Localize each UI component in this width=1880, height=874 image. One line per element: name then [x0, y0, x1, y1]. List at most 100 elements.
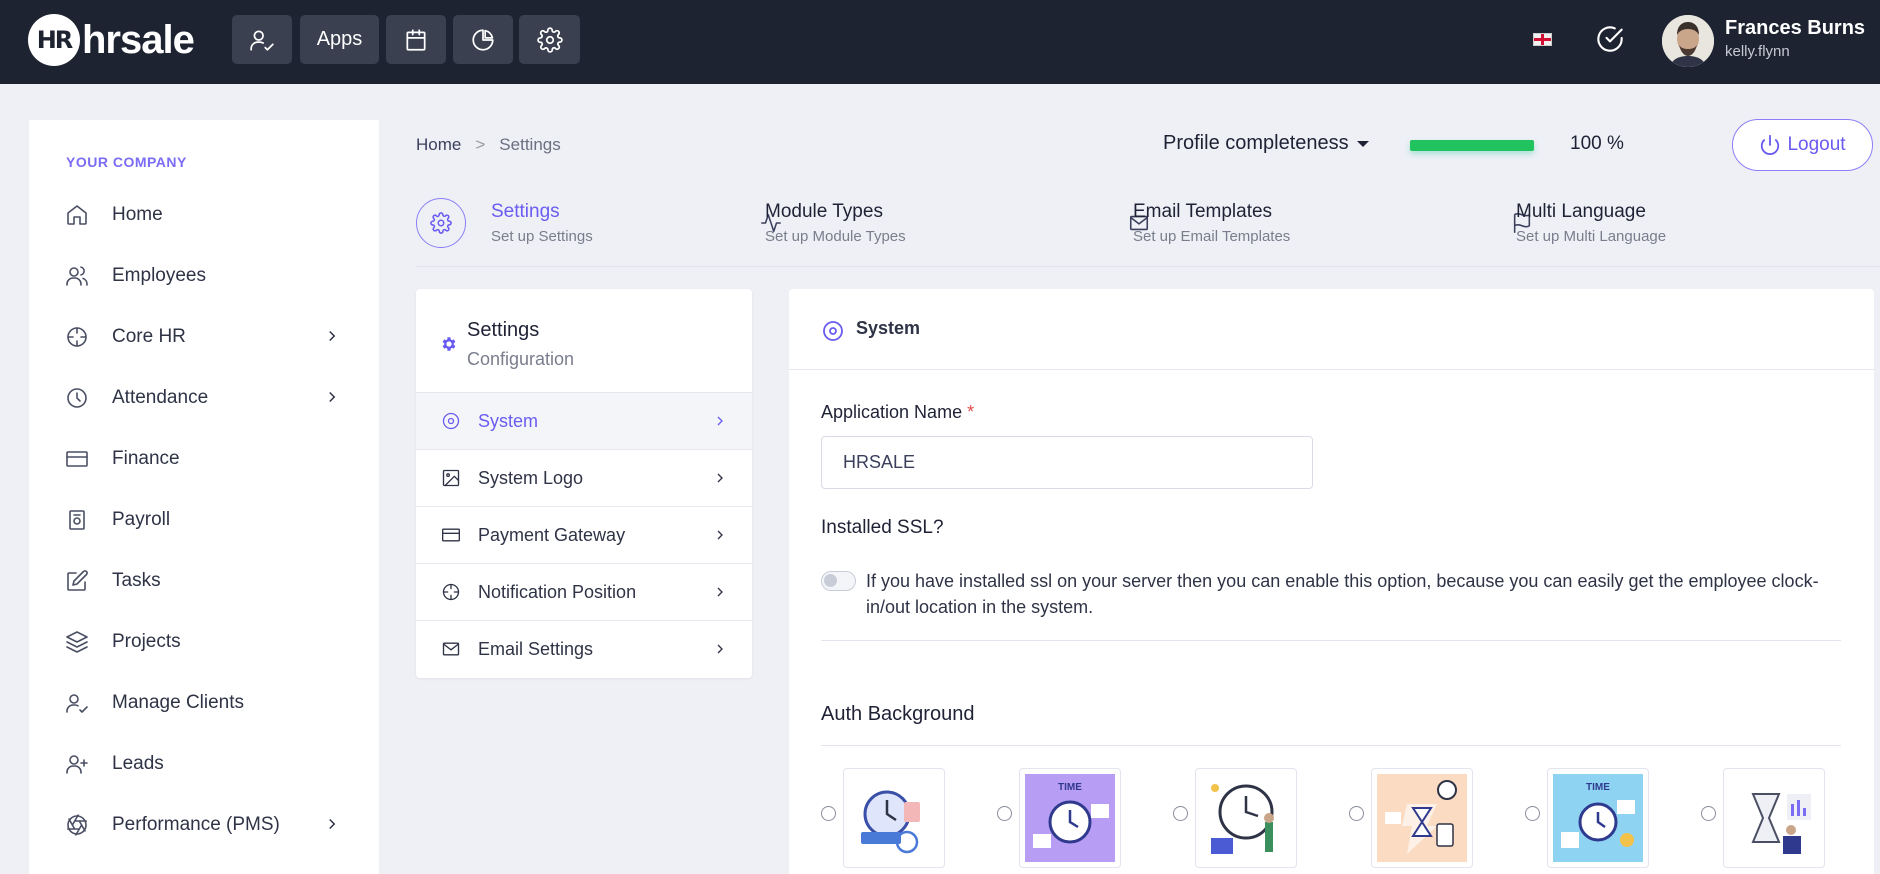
apps-button[interactable]: Apps — [300, 15, 379, 64]
reports-button[interactable] — [453, 15, 513, 64]
tab-title: Settings — [491, 201, 560, 222]
tab-title: Email Templates — [1133, 201, 1273, 222]
tab-subtitle: Set up Email Templates — [1133, 228, 1291, 245]
payroll-icon — [65, 508, 89, 532]
gear-icon — [536, 26, 563, 53]
logout-button[interactable]: Logout — [1732, 119, 1873, 171]
sidebar-item-manage-clients[interactable]: Manage Clients — [29, 678, 379, 728]
auth-background-thumbnail — [1723, 768, 1825, 868]
chevron-right-icon — [712, 527, 728, 543]
tab-icon-wrap — [416, 198, 466, 248]
auth-background-option-2[interactable]: TIME — [997, 766, 1121, 870]
disc-icon — [821, 319, 845, 343]
sidebar-item-label: Payroll — [112, 509, 171, 530]
ssl-help-text: If you have installed ssl on your server… — [866, 571, 1819, 617]
sidebar-item-core-hr[interactable]: Core HR — [29, 312, 379, 362]
user-check-button[interactable] — [232, 15, 292, 64]
pie-chart-icon — [472, 28, 494, 51]
application-name-label: Application Name * — [821, 402, 974, 423]
sidebar-item-label: Projects — [112, 631, 181, 652]
sidebar-item-performance[interactable]: Performance (PMS) — [29, 800, 379, 850]
sidebar-item-finance[interactable]: Finance — [29, 434, 379, 484]
sidebar-item-payroll[interactable]: Payroll — [29, 495, 379, 545]
auth-background-option-1[interactable] — [821, 766, 945, 870]
config-item-label: System — [478, 411, 539, 431]
radio-button[interactable] — [1525, 806, 1540, 821]
thumbnail-title: TIME — [1058, 782, 1082, 793]
config-item-notification-position[interactable]: Notification Position — [416, 563, 752, 620]
layers-icon — [65, 630, 89, 654]
config-item-system[interactable]: System — [416, 392, 752, 449]
config-item-system-logo[interactable]: System Logo — [416, 449, 752, 506]
tab-email-templates[interactable]: Email Templates Set up Email Templates — [1128, 195, 1388, 251]
application-name-input[interactable] — [821, 436, 1313, 489]
auth-background-thumbnail — [1195, 768, 1297, 868]
sidebar-item-attendance[interactable]: Attendance — [29, 373, 379, 423]
divider — [821, 745, 1841, 746]
auth-background-option-4[interactable] — [1349, 766, 1473, 870]
config-title: Settings — [467, 319, 540, 341]
check-circle-icon — [1597, 26, 1623, 52]
tab-multi-language[interactable]: Multi Language Set up Multi Language — [1511, 195, 1771, 251]
tab-module-types[interactable]: Module Types Set up Module Types — [760, 195, 1010, 251]
calendar-button[interactable] — [386, 15, 446, 64]
crosshair-icon — [441, 582, 461, 602]
radio-button[interactable] — [997, 806, 1012, 821]
crosshair-icon — [65, 325, 89, 349]
caret-down-icon — [1356, 140, 1369, 147]
todo-button[interactable] — [1596, 25, 1624, 58]
breadcrumb-home[interactable]: Home — [416, 135, 461, 155]
user-check-icon — [65, 691, 89, 715]
sidebar-item-home[interactable]: Home — [29, 190, 379, 240]
field-label-text: Application Name — [821, 402, 963, 422]
auth-background-option-3[interactable] — [1173, 766, 1297, 870]
auth-background-option-6[interactable] — [1701, 766, 1825, 870]
user-check-icon — [250, 29, 274, 51]
sidebar-item-employees[interactable]: Employees — [29, 251, 379, 301]
user-handle: kelly.flynn — [1725, 43, 1790, 60]
settings-button[interactable] — [519, 15, 580, 64]
home-icon — [65, 203, 89, 227]
mail-icon — [441, 639, 461, 659]
top-bar: HR hrsale Apps Frances Burns kelly.flynn — [0, 0, 1880, 84]
config-item-label: Email Settings — [478, 639, 594, 659]
auth-background-option-5[interactable]: TIME — [1525, 766, 1649, 870]
language-flag-icon[interactable] — [1533, 33, 1552, 46]
auth-background-label: Auth Background — [821, 703, 975, 725]
ssl-label: Installed SSL? — [821, 517, 944, 538]
config-subtitle: Configuration — [467, 349, 575, 369]
logout-label: Logout — [1787, 134, 1846, 155]
radio-button[interactable] — [1173, 806, 1188, 821]
avatar-image — [1662, 15, 1714, 67]
radio-button[interactable] — [1701, 806, 1716, 821]
tab-subtitle: Set up Settings — [491, 228, 593, 245]
sidebar-item-tasks[interactable]: Tasks — [29, 556, 379, 606]
config-item-payment-gateway[interactable]: Payment Gateway — [416, 506, 752, 563]
gear-icon — [430, 212, 452, 234]
chevron-right-icon — [712, 413, 728, 429]
logo[interactable]: HR hrsale — [28, 14, 195, 66]
auth-background-thumbnail — [843, 768, 945, 868]
profile-completeness-dropdown[interactable]: Profile completeness — [1163, 132, 1369, 155]
logo-text: hrsale — [82, 17, 195, 62]
calendar-icon — [406, 28, 426, 51]
tab-settings[interactable]: Settings Set up Settings — [416, 195, 666, 251]
radio-button[interactable] — [821, 806, 836, 821]
sidebar-item-label: Employees — [112, 265, 206, 286]
user-name[interactable]: Frances Burns — [1725, 17, 1865, 40]
config-item-label: Notification Position — [478, 582, 637, 602]
ssl-toggle[interactable] — [821, 571, 856, 591]
tab-title: Multi Language — [1516, 201, 1646, 222]
required-mark: * — [967, 402, 975, 422]
sidebar-item-projects[interactable]: Projects — [29, 617, 379, 667]
tabs-divider — [416, 266, 1880, 267]
auth-background-thumbnail — [1371, 768, 1473, 868]
config-item-email-settings[interactable]: Email Settings — [416, 620, 752, 677]
profile-progress-bar — [1410, 140, 1534, 151]
credit-card-icon — [441, 525, 461, 545]
sidebar-item-leads[interactable]: Leads — [29, 739, 379, 789]
avatar[interactable] — [1662, 15, 1714, 67]
breadcrumb-separator: > — [475, 135, 486, 154]
radio-button[interactable] — [1349, 806, 1364, 821]
auth-background-thumbnail: TIME — [1547, 768, 1649, 868]
